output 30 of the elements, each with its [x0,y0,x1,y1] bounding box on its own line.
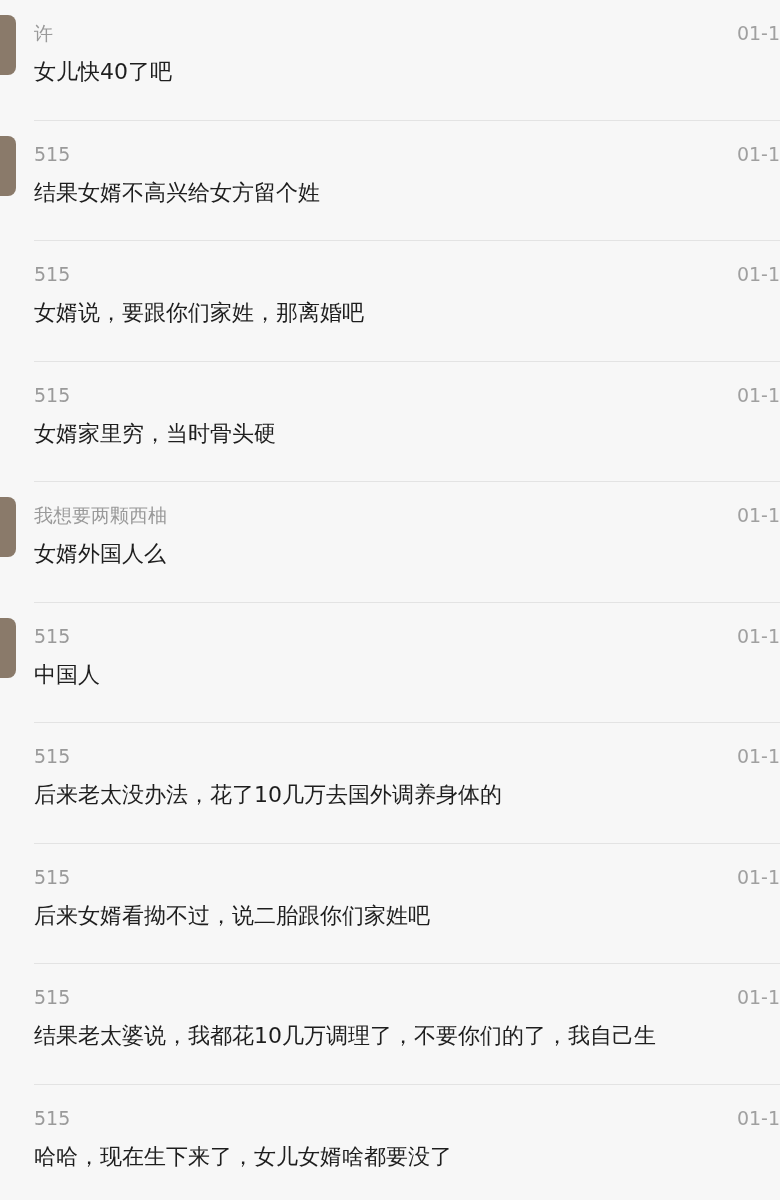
message-time: 01-1 [736,262,780,287]
sender-name: 515 [34,864,71,890]
sender-name: 515 [34,1105,71,1131]
message-text: 后来老太没办法，花了10几万去国外调养身体的 [34,781,503,809]
sender-name: 许 [34,21,53,46]
sender-name: 515 [34,623,71,649]
message-time: 01-1 [736,382,780,408]
message-text: 女儿快40了吧 [34,58,173,86]
message-time: 01-1 [736,623,780,649]
sender-name: 515 [34,141,71,167]
message-time: 01-1 [736,503,780,528]
message-text: 结果女婿不高兴给女方留个姓 [34,178,321,207]
message-text: 女婿外国人么 [34,540,167,568]
sender-name: 515 [34,744,71,769]
message-time: 01-1 [736,1105,780,1131]
message-text: 女婿说，要跟你们家姓，那离婚吧 [34,299,365,327]
message-text: 女婿家里穷，当时骨头硬 [34,419,277,448]
message-time: 01-1 [736,985,780,1010]
sender-name: 515 [34,985,71,1010]
sender-name: 515 [34,262,71,287]
message-time: 01-1 [736,21,780,46]
message-text: 中国人 [34,660,101,689]
message-time: 01-1 [736,864,780,890]
message-text: 哈哈，现在生下来了，女儿女婿啥都要没了 [34,1142,453,1171]
sender-name: 我想要两颗西柚 [34,503,167,528]
message-time: 01-1 [736,744,780,769]
message-text: 结果老太婆说，我都花10几万调理了，不要你们的了，我自己生 [34,1022,657,1050]
message-time: 01-1 [736,141,780,167]
message-text: 后来女婿看拗不过，说二胎跟你们家姓吧 [34,901,431,930]
sender-name: 515 [34,382,71,408]
